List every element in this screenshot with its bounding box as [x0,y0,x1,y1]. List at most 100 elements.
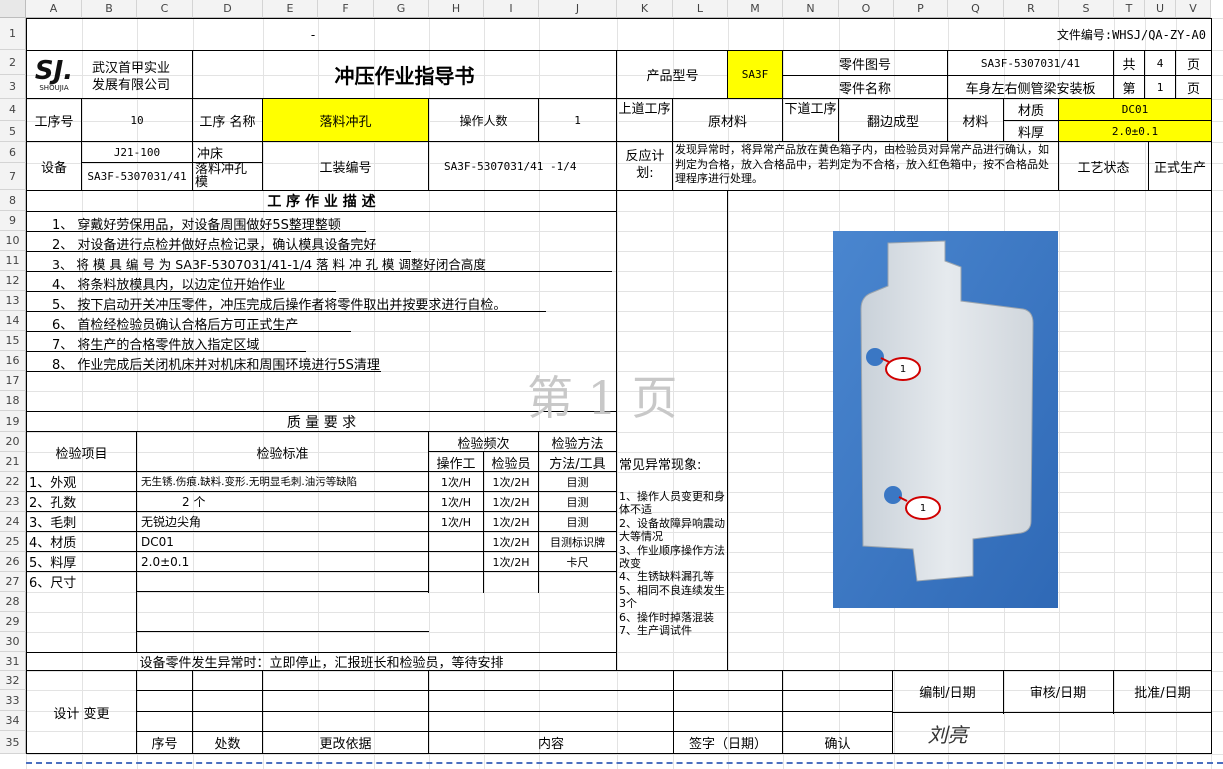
row-header-22[interactable]: 22 [0,472,26,492]
abnormal-list[interactable]: 1、操作人员变更和身体不适 2、设备故障异响震动大等情况 3、作业顺序操作方法改… [619,490,725,665]
row-header-2[interactable]: 2 [0,50,26,75]
process-step[interactable]: 4、 将条料放模具内，以边定位开始作业 [52,274,285,293]
inspection-standard[interactable]: 无锐边尖角 [137,512,428,531]
row-header-21[interactable]: 21 [0,452,26,472]
row-header-27[interactable]: 27 [0,572,26,592]
inspection-method[interactable]: 目测 [539,472,616,491]
inspection-method[interactable]: 目测 [539,512,616,531]
inspection-standard[interactable]: DC01 [137,532,428,551]
row-header-16[interactable]: 16 [0,351,26,371]
row-header-25[interactable]: 25 [0,532,26,552]
reaction-plan-text[interactable]: 发现异常时，将异常产品放在黄色箱子内，由检验员对异常产品进行确认，如判定为合格，… [675,143,1055,189]
inspection-operator-freq[interactable]: 1次/H [429,492,483,511]
column-header-C[interactable]: C [137,0,193,18]
column-header-R[interactable]: R [1004,0,1059,18]
thickness-value[interactable]: 2.0±0.1 [1059,121,1211,141]
row-header-6[interactable]: 6 [0,142,26,163]
row-header-28[interactable]: 28 [0,592,26,612]
row-header-30[interactable]: 30 [0,632,26,652]
process-step[interactable]: 3、 将 模 具 编 号 为 SA3F-5307031/41-1/4 落 料 冲… [52,254,486,273]
inspection-item[interactable]: 5、料厚 [27,552,136,571]
row-header-23[interactable]: 23 [0,492,26,512]
row-header-17[interactable]: 17 [0,371,26,391]
row-header-35[interactable]: 35 [0,731,26,754]
inspection-item[interactable]: 2、孔数 [27,492,136,511]
column-header-L[interactable]: L [673,0,728,18]
compiler-signature[interactable]: 刘亮 [893,713,1002,753]
process-step[interactable]: 6、 首检经检验员确认合格后方可正式生产 [52,314,298,333]
inspection-inspector-freq[interactable]: 1次/2H [484,552,538,571]
column-header-P[interactable]: P [894,0,948,18]
process-state-value[interactable]: 正式生产 [1149,142,1211,190]
row-header-12[interactable]: 12 [0,271,26,291]
inspection-method[interactable]: 卡尺 [539,552,616,571]
column-header-J[interactable]: J [539,0,617,18]
inspection-method[interactable] [539,572,616,591]
die-no[interactable]: SA3F-5307031/41 [82,163,192,190]
column-header-F[interactable]: F [318,0,374,18]
row-header-4[interactable]: 4 [0,99,26,121]
row-header-14[interactable]: 14 [0,311,26,331]
process-step[interactable]: 8、 作业完成后关闭机床并对机床和周围环境进行5S清理 [52,354,380,373]
op-name-value[interactable]: 落料冲孔 [263,99,428,141]
row-header-8[interactable]: 8 [0,190,26,211]
equipment-model[interactable]: J21-100 [82,142,192,162]
column-header-D[interactable]: D [193,0,263,18]
inspection-method[interactable]: 目测 [539,492,616,511]
column-header-A[interactable]: A [26,0,82,18]
inspection-operator-freq[interactable] [429,552,483,571]
column-header-S[interactable]: S [1059,0,1114,18]
part-name-value[interactable]: 车身左右侧管梁安装板 [948,76,1113,98]
tooling-no[interactable]: SA3F-5307031/41 -1/4 [440,142,616,190]
inspection-inspector-freq[interactable]: 1次/2H [484,532,538,551]
inspection-inspector-freq[interactable]: 1次/2H [484,512,538,531]
row-header-33[interactable]: 33 [0,690,26,711]
process-step[interactable]: 7、 将生产的合格零件放入指定区域 [52,334,259,353]
inspection-method[interactable]: 目测标识牌 [539,532,616,551]
column-header-H[interactable]: H [429,0,484,18]
row-header-26[interactable]: 26 [0,552,26,572]
column-header-G[interactable]: G [374,0,429,18]
inspection-item[interactable]: 4、材质 [27,532,136,551]
inspection-inspector-freq[interactable]: 1次/2H [484,472,538,491]
material-grade-value[interactable]: DC01 [1059,99,1211,120]
select-all-corner[interactable] [0,0,26,18]
inspection-inspector-freq[interactable] [484,572,538,591]
next-op-value[interactable]: 翻边成型 [839,99,947,141]
operators-value[interactable]: 1 [539,99,616,141]
product-model-value[interactable]: SA3F [728,51,782,98]
row-header-9[interactable]: 9 [0,211,26,231]
column-header-K[interactable]: K [617,0,673,18]
row-header-24[interactable]: 24 [0,512,26,532]
inspection-standard[interactable]: 2.0±0.1 [137,552,428,571]
column-header-M[interactable]: M [728,0,783,18]
row-header-19[interactable]: 19 [0,411,26,432]
op-no-value[interactable]: 10 [82,99,192,141]
die-type[interactable]: 落料冲孔模 [193,163,253,190]
column-header-N[interactable]: N [783,0,839,18]
inspection-operator-freq[interactable]: 1次/H [429,472,483,491]
row-header-18[interactable]: 18 [0,391,26,411]
process-step[interactable]: 1、 穿戴好劳保用品，对设备周围做好5S整理整顿 [52,214,341,233]
inspection-operator-freq[interactable]: 1次/H [429,512,483,531]
row-header-31[interactable]: 31 [0,652,26,671]
column-header-O[interactable]: O [839,0,894,18]
inspection-operator-freq[interactable] [429,572,483,591]
column-header-I[interactable]: I [484,0,539,18]
part-no-value[interactable]: SA3F-5307031/41 [948,51,1113,75]
inspection-operator-freq[interactable] [429,532,483,551]
row-header-11[interactable]: 11 [0,251,26,271]
inspection-item[interactable]: 1、外观 [27,472,136,491]
row-header-32[interactable]: 32 [0,671,26,690]
row-header-3[interactable]: 3 [0,75,26,99]
inspection-standard[interactable] [137,572,428,591]
column-header-T[interactable]: T [1114,0,1145,18]
row-header-34[interactable]: 34 [0,711,26,731]
column-header-Q[interactable]: Q [948,0,1004,18]
row-header-20[interactable]: 20 [0,432,26,452]
process-step[interactable]: 5、 按下启动开关冲压零件，冲压完成后操作者将零件取出并按要求进行自检。 [52,294,506,313]
page-number[interactable]: 1 [1145,76,1175,98]
spreadsheet[interactable]: ABCDEFGHIJKLMNOPQRSTUV 1 2 3 4 5 6 7 8 9 10 11 12 13… [0,0,1223,769]
inspection-item[interactable]: 6、尺寸 [27,572,136,591]
row-header-5[interactable]: 5 [0,121,26,142]
